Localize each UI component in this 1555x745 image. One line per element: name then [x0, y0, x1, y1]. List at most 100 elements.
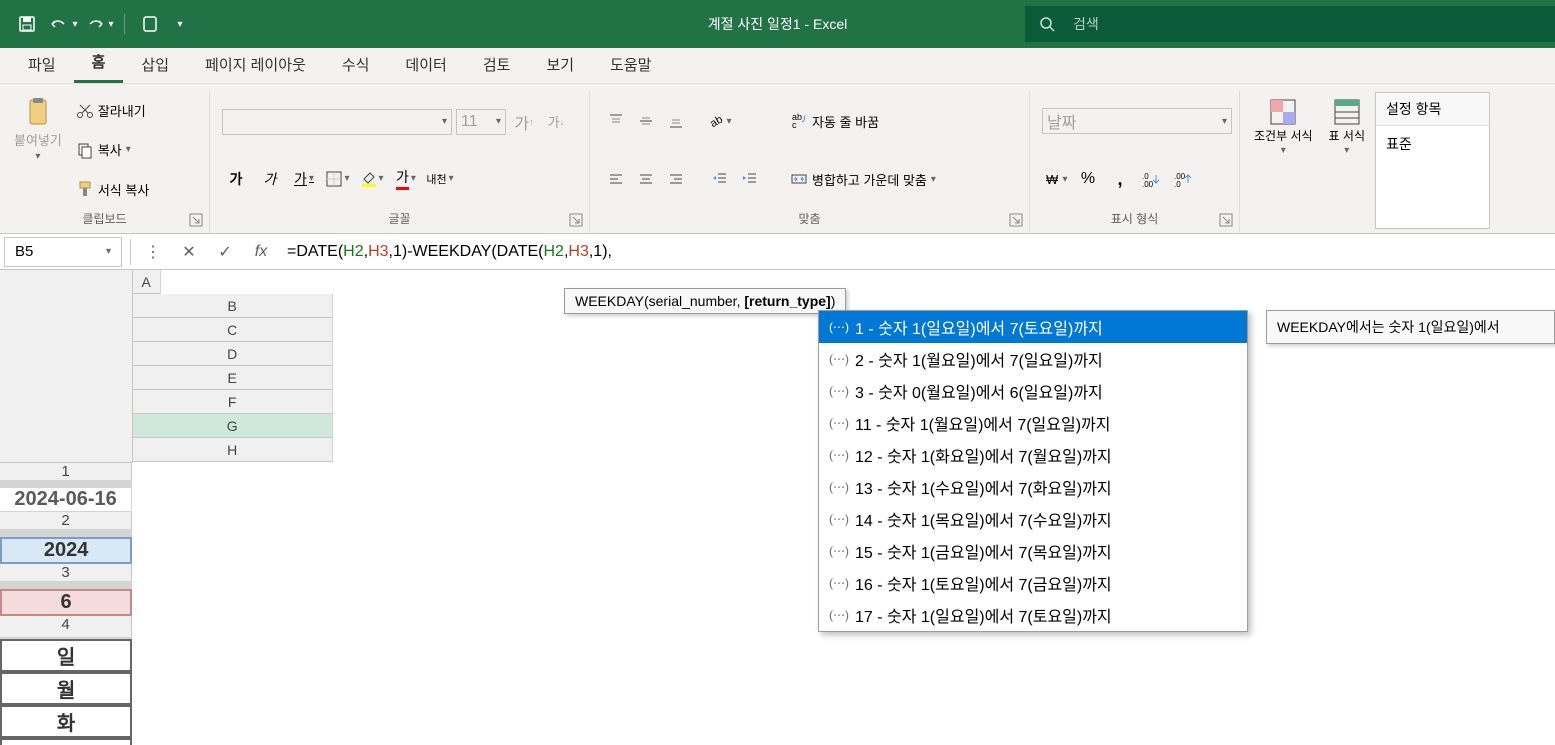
tab-insert[interactable]: 삽입 — [123, 46, 187, 83]
italic-button[interactable]: 가 — [256, 166, 284, 192]
redo-button[interactable]: ▾ — [84, 9, 114, 39]
ribbon-tabs: 파일 홈 삽입 페이지 레이아웃 수식 데이터 검토 보기 도움말 — [0, 48, 1555, 84]
row-header-3[interactable]: 3 — [0, 564, 132, 582]
cell-E4[interactable]: 수 — [0, 738, 132, 745]
borders-button[interactable]: ▾ — [324, 166, 352, 192]
conditional-formatting-button[interactable]: 조건부 서식 ▾ — [1248, 92, 1319, 229]
intellisense-item[interactable]: (⋯)17 - 숫자 1(일요일)에서 7(토요일)까지 — [819, 599, 1247, 631]
wrap-text-button[interactable]: abc 자동 줄 바꿈 — [786, 110, 940, 133]
tab-home[interactable]: 홈 — [74, 43, 124, 83]
col-header-B[interactable]: B — [133, 294, 333, 318]
col-header-D[interactable]: D — [133, 342, 333, 366]
col-header-H[interactable]: H — [133, 438, 333, 462]
function-tooltip[interactable]: WEEKDAY(serial_number, [return_type]) — [564, 288, 846, 314]
align-bottom-button[interactable] — [662, 108, 690, 134]
intellisense-item[interactable]: (⋯)3 - 숫자 0(월요일)에서 6(일요일)까지 — [819, 375, 1247, 407]
col-header-A[interactable]: A — [133, 270, 161, 294]
bold-button[interactable]: 가 — [222, 166, 250, 192]
clipboard-dialog-launcher[interactable] — [189, 213, 203, 227]
orientation-button[interactable]: ab▾ — [706, 108, 734, 134]
row-header-4[interactable]: 4 — [0, 616, 132, 638]
font-color-button[interactable]: 가▾ — [392, 166, 420, 192]
fill-color-button[interactable]: ▾ — [358, 166, 386, 192]
tab-formulas[interactable]: 수식 — [324, 46, 388, 83]
intellisense-item[interactable]: (⋯)2 - 숫자 1(월요일)에서 7(일요일)까지 — [819, 343, 1247, 375]
font-dialog-launcher[interactable] — [569, 213, 583, 227]
name-box[interactable]: B5 ▾ — [4, 237, 122, 267]
tab-view[interactable]: 보기 — [528, 46, 592, 83]
percent-button[interactable]: % — [1074, 166, 1102, 192]
undo-button[interactable]: ▾ — [48, 9, 78, 39]
svg-text:.00: .00 — [1142, 180, 1154, 187]
col-header-G[interactable]: G — [133, 414, 333, 438]
search-box[interactable] — [1025, 6, 1555, 42]
decrease-font-button[interactable]: 가↓ — [542, 109, 570, 135]
align-middle-icon — [638, 113, 654, 129]
enter-button[interactable]: ✓ — [207, 237, 243, 267]
paste-button[interactable]: 붙여넣기 ▾ — [8, 92, 68, 208]
decrease-indent-button[interactable] — [706, 166, 734, 192]
row-header-1[interactable]: 1 — [0, 463, 132, 481]
cell-D4[interactable]: 화 — [0, 705, 132, 738]
comma-button[interactable]: , — [1106, 166, 1134, 192]
increase-indent-button[interactable] — [736, 166, 764, 192]
row-header-2[interactable]: 2 — [0, 512, 132, 530]
intellisense-item[interactable]: (⋯)14 - 숫자 1(목요일)에서 7(수요일)까지 — [819, 503, 1247, 535]
intellisense-item[interactable]: (⋯)12 - 숫자 1(화요일)에서 7(월요일)까지 — [819, 439, 1247, 471]
search-icon — [1039, 16, 1055, 32]
cell-H2[interactable]: 2024 — [0, 537, 132, 564]
cancel-button[interactable]: ✕ — [171, 237, 207, 267]
col-header-E[interactable]: E — [133, 366, 333, 390]
format-as-table-button[interactable]: 표 서식 ▾ — [1323, 92, 1371, 229]
number-dialog-launcher[interactable] — [1219, 213, 1233, 227]
save-button[interactable] — [12, 9, 42, 39]
tab-data[interactable]: 데이터 — [387, 46, 464, 83]
font-size-combo[interactable]: 11▾ — [456, 109, 506, 135]
format-painter-button[interactable]: 서식 복사 — [72, 178, 153, 201]
copy-icon — [76, 141, 94, 159]
number-format-combo[interactable]: 날짜▾ — [1042, 108, 1232, 134]
tab-file[interactable]: 파일 — [10, 46, 74, 83]
options-button[interactable]: ⋮ — [135, 237, 171, 267]
search-input[interactable] — [1073, 16, 1541, 32]
align-center-button[interactable] — [632, 166, 660, 192]
col-header-C[interactable]: C — [133, 318, 333, 342]
align-right-button[interactable] — [662, 166, 690, 192]
formula-input[interactable]: =DATE(H2,H3,1)-WEEKDAY(DATE(H2,H3,1), — [279, 243, 1555, 261]
intellisense-item[interactable]: (⋯)15 - 숫자 1(금요일)에서 7(목요일)까지 — [819, 535, 1247, 567]
cell-C4[interactable]: 월 — [0, 672, 132, 705]
intellisense-item[interactable]: (⋯)16 - 숫자 1(토요일)에서 7(금요일)까지 — [819, 567, 1247, 599]
secondary-tooltip: WEEKDAY에서는 숫자 1(일요일)에서 — [1266, 310, 1555, 344]
select-all[interactable] — [0, 270, 132, 462]
align-top-button[interactable] — [602, 108, 630, 134]
cell-H1[interactable]: 2024-06-16 — [0, 488, 132, 512]
rotate-text-icon: ab — [708, 113, 726, 129]
ruby-button[interactable]: 내천▾ — [426, 166, 454, 192]
ribbon-group-styles: 조건부 서식 ▾ 표 서식 ▾ 설정 항목 표준 — [1240, 90, 1498, 233]
customize-qat-button[interactable]: ▾ — [171, 9, 189, 39]
col-header-F[interactable]: F — [133, 390, 333, 414]
intellisense-item[interactable]: (⋯)13 - 숫자 1(수요일)에서 7(화요일)까지 — [819, 471, 1247, 503]
merge-center-button[interactable]: 병합하고 가운데 맞춤 ▾ — [786, 168, 940, 191]
copy-button[interactable]: 복사 ▾ — [72, 138, 153, 161]
cell-H3[interactable]: 6 — [0, 589, 132, 616]
increase-decimal-button[interactable]: .0.00 — [1138, 166, 1166, 192]
decrease-decimal-button[interactable]: .00.0 — [1170, 166, 1198, 192]
fx-button[interactable]: fx — [243, 237, 279, 267]
align-left-button[interactable] — [602, 166, 630, 192]
underline-button[interactable]: 가▾ — [290, 166, 318, 192]
tab-review[interactable]: 검토 — [465, 46, 529, 83]
intellisense-item[interactable]: (⋯)1 - 숫자 1(일요일)에서 7(토요일)까지 — [819, 311, 1247, 343]
cell-B4[interactable]: 일 — [0, 639, 132, 672]
touch-mode-button[interactable] — [135, 9, 165, 39]
tab-help[interactable]: 도움말 — [592, 46, 669, 83]
tab-page-layout[interactable]: 페이지 레이아웃 — [187, 46, 324, 83]
currency-button[interactable]: ₩▾ — [1042, 166, 1070, 192]
intellisense-item[interactable]: (⋯)11 - 숫자 1(월요일)에서 7(일요일)까지 — [819, 407, 1247, 439]
cell-styles-gallery[interactable]: 설정 항목 표준 — [1375, 92, 1490, 229]
cut-button[interactable]: 잘라내기 — [72, 99, 153, 122]
align-middle-button[interactable] — [632, 108, 660, 134]
alignment-dialog-launcher[interactable] — [1009, 213, 1023, 227]
font-name-combo[interactable]: ▾ — [222, 109, 452, 135]
increase-font-button[interactable]: 가↑ — [510, 109, 538, 135]
